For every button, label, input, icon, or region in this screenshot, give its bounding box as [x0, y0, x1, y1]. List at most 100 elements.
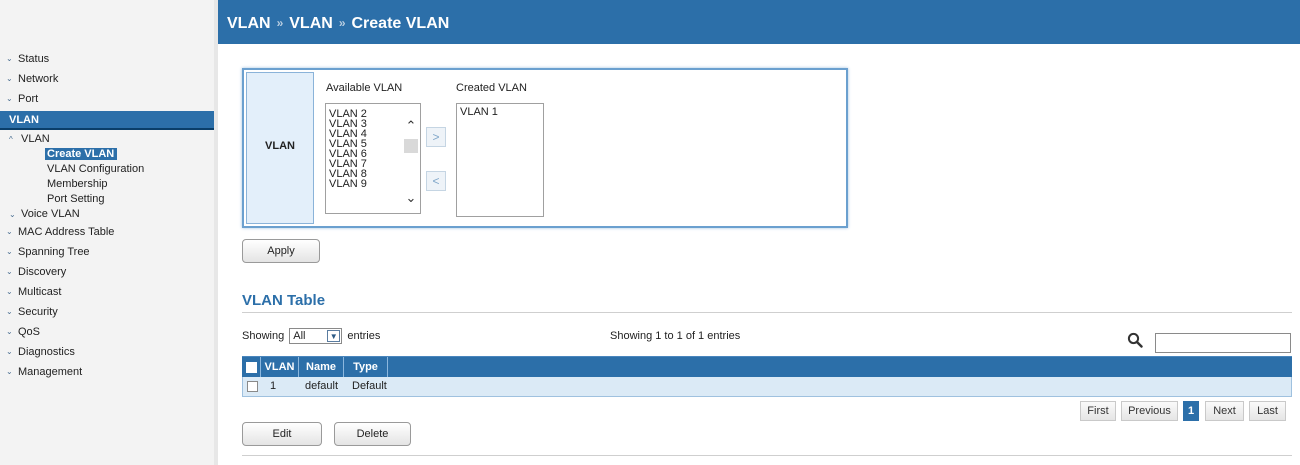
remove-vlan-button[interactable]: < [426, 171, 446, 191]
vlan-table-title: VLAN Table [242, 292, 326, 309]
sidebar-item-spanning-tree[interactable]: ⌄ Spanning Tree [0, 242, 214, 262]
pager-next-button[interactable]: Next [1205, 401, 1244, 421]
breadcrumb-separator-icon: » [276, 16, 284, 30]
delete-button[interactable]: Delete [334, 422, 411, 446]
sidebar-item-label: Membership [47, 178, 108, 190]
available-vlan-list[interactable]: VLAN 2 VLAN 3 VLAN 4 VLAN 5 VLAN 6 VLAN … [325, 103, 421, 214]
sidebar-item-diagnostics[interactable]: ⌄ Diagnostics [0, 342, 214, 362]
pager-first-button[interactable]: First [1080, 401, 1116, 421]
sidebar-item-create-vlan[interactable]: Create VLAN [0, 147, 214, 162]
chevron-down-icon: ⌄ [6, 307, 13, 316]
vlan-row-label: VLAN [265, 140, 295, 152]
column-header-vlan[interactable]: VLAN [261, 357, 299, 378]
chevron-down-icon: ⌄ [6, 94, 13, 103]
column-header-type[interactable]: Type [344, 357, 388, 378]
available-vlan-heading: Available VLAN [326, 82, 403, 94]
select-all-cell [242, 357, 261, 378]
entries-select[interactable]: All ▼ [289, 328, 343, 344]
sidebar-item-label: Discovery [18, 266, 67, 278]
sidebar-item-label: Network [18, 73, 59, 85]
sidebar-item-membership[interactable]: Membership [0, 177, 214, 192]
entries-length-control: Showing All ▼ entries [242, 328, 380, 344]
scroll-down-icon[interactable]: ⌄ [402, 190, 420, 206]
pager-previous-button[interactable]: Previous [1121, 401, 1178, 421]
available-vlan-options: VLAN 2 VLAN 3 VLAN 4 VLAN 5 VLAN 6 VLAN … [326, 109, 367, 190]
table-header: VLAN Name Type [242, 356, 1292, 378]
breadcrumb-item: VLAN [289, 15, 333, 32]
showing-prefix: Showing [242, 329, 285, 342]
breadcrumb: VLAN » VLAN » Create VLAN [227, 15, 449, 33]
sidebar-item-security[interactable]: ⌄ Security [0, 302, 214, 322]
add-vlan-button[interactable]: > [426, 127, 446, 147]
column-header-name[interactable]: Name [299, 357, 344, 378]
sidebar-item-port[interactable]: ⌄ Port [0, 89, 214, 109]
sidebar-item-mac-address-table[interactable]: ⌄ MAC Address Table [0, 222, 214, 242]
vlan-row-label-cell: VLAN [246, 72, 314, 224]
chevron-down-icon: ⌄ [6, 74, 13, 83]
created-vlan-heading: Created VLAN [456, 82, 527, 94]
sidebar-group-label: Voice VLAN [21, 208, 80, 220]
created-vlan-list[interactable]: VLAN 1 [456, 103, 544, 217]
chevron-right-icon: > [432, 130, 440, 144]
table-info: Showing 1 to 1 of 1 entries [610, 330, 741, 342]
sidebar-item-label: Status [18, 53, 50, 65]
sidebar-item-network[interactable]: ⌄ Network [0, 69, 214, 89]
sidebar-item-label: QoS [18, 326, 41, 338]
available-list-scrollbar[interactable]: ⌃ ⌄ [402, 104, 420, 213]
sidebar-item-vlan-configuration[interactable]: VLAN Configuration [0, 162, 214, 177]
sidebar-item-label: Security [18, 306, 58, 318]
sidebar-item-label: Port [18, 93, 39, 105]
create-vlan-panel: VLAN Available VLAN Created VLAN VLAN 2 … [242, 68, 848, 228]
page-header: VLAN » VLAN » Create VLAN [218, 0, 1300, 44]
sidebar-group-voice-vlan[interactable]: ⌄ Voice VLAN [0, 207, 214, 222]
showing-suffix: entries [347, 329, 381, 342]
sidebar-item-management[interactable]: ⌄ Management [0, 362, 214, 382]
sidebar: ⌄ Status ⌄ Network ⌄ Port VLAN ^ VLAN Create… [0, 0, 214, 465]
row-checkbox[interactable] [247, 381, 258, 392]
edit-button[interactable]: Edit [242, 422, 322, 446]
scrollbar-thumb[interactable] [404, 139, 418, 153]
sidebar-item-label: MAC Address Table [18, 226, 115, 238]
sidebar-item-qos[interactable]: ⌄ QoS [0, 322, 214, 342]
sidebar-item-label: Multicast [18, 286, 62, 298]
sidebar-item-label: Create VLAN [45, 148, 118, 160]
sidebar-item-label: Management [18, 366, 83, 378]
chevron-down-icon: ⌄ [6, 287, 13, 296]
scroll-up-icon[interactable]: ⌃ [402, 118, 420, 134]
pager-last-button[interactable]: Last [1249, 401, 1286, 421]
table-row[interactable]: 1 default Default [242, 377, 1292, 397]
breadcrumb-item: VLAN [227, 15, 271, 32]
chevron-down-icon: ⌄ [6, 327, 13, 336]
section-divider [242, 312, 1292, 313]
sidebar-item-port-setting[interactable]: Port Setting [0, 192, 214, 207]
sidebar-menu: ⌄ Status ⌄ Network ⌄ Port VLAN ^ VLAN Create… [0, 49, 214, 382]
apply-button[interactable]: Apply [242, 239, 320, 263]
sidebar-item-label: VLAN Configuration [47, 163, 145, 175]
cell-name: default [305, 380, 339, 392]
sidebar-group-vlan[interactable]: ^ VLAN [0, 132, 214, 147]
search-input[interactable] [1155, 333, 1291, 353]
chevron-left-icon: < [432, 174, 440, 188]
sidebar-item-label: Diagnostics [18, 346, 75, 358]
main-content: VLAN Available VLAN Created VLAN VLAN 2 … [218, 44, 1300, 465]
sidebar-item-multicast[interactable]: ⌄ Multicast [0, 282, 214, 302]
breadcrumb-separator-icon: » [338, 16, 346, 30]
chevron-down-icon: ⌄ [6, 247, 13, 256]
entries-select-value: All [293, 330, 306, 342]
chevron-down-icon: ⌄ [6, 227, 13, 236]
select-all-checkbox[interactable] [246, 362, 257, 373]
chevron-down-icon: ⌄ [9, 210, 16, 219]
sidebar-item-discovery[interactable]: ⌄ Discovery [0, 262, 214, 282]
chevron-down-icon: ⌄ [6, 54, 13, 63]
sidebar-item-status[interactable]: ⌄ Status [0, 49, 214, 69]
chevron-down-icon: ▼ [327, 330, 341, 342]
chevron-down-icon: ⌄ [6, 367, 13, 376]
sidebar-section-vlan[interactable]: VLAN [0, 111, 214, 130]
pager-page-button[interactable]: 1 [1183, 401, 1199, 421]
sidebar-item-label: Spanning Tree [18, 246, 90, 258]
section-divider [242, 455, 1292, 456]
chevron-down-icon: ⌄ [6, 267, 13, 276]
list-item[interactable]: VLAN 1 [457, 106, 543, 118]
list-item[interactable]: VLAN 9 [326, 179, 367, 190]
page-title: Create VLAN [351, 15, 450, 32]
